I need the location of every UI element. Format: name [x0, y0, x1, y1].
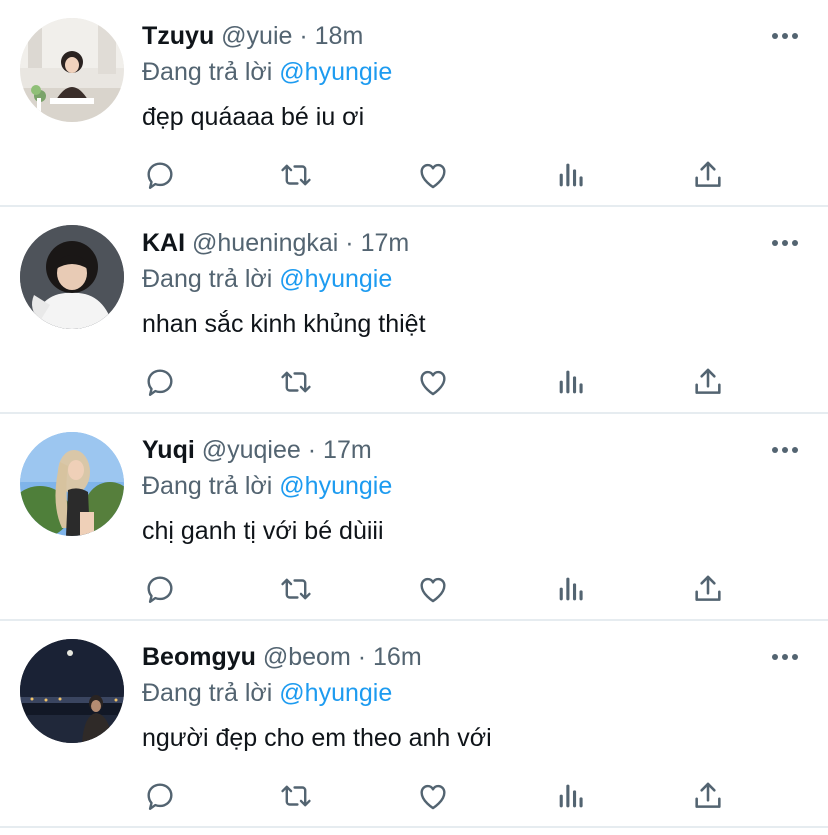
retweet-icon — [281, 371, 311, 393]
like-button[interactable] — [413, 155, 453, 195]
share-button[interactable] — [688, 155, 728, 195]
display-name[interactable]: Beomgyu — [142, 643, 256, 671]
display-name[interactable]: Yuqi — [142, 436, 195, 464]
separator: · — [307, 436, 317, 464]
timestamp[interactable]: 18m — [315, 22, 364, 50]
tweet-text: chị ganh tị với bé dùiii — [142, 517, 384, 545]
share-icon — [695, 161, 721, 187]
tweet-text: đẹp quáaaa bé iu ơi — [142, 103, 365, 131]
avatar[interactable] — [20, 225, 124, 329]
retweet-button[interactable] — [276, 569, 316, 609]
replying-to: Đang trả lời @hyungie — [142, 263, 392, 295]
username[interactable]: @hueningkai — [192, 229, 338, 257]
display-name[interactable]: KAI — [142, 229, 185, 257]
tweet-actions — [140, 569, 730, 609]
mention-link[interactable]: @hyungie — [279, 472, 392, 500]
tweet-text: người đẹp cho em theo anh với — [142, 724, 492, 752]
separator: · — [345, 229, 354, 257]
tweet-text: nhan sắc kinh khủng thiệt — [142, 310, 426, 338]
share-button[interactable] — [688, 776, 728, 816]
mention-link[interactable]: @hyungie — [279, 58, 392, 86]
reply-feed: Tzuyu @yuie · 18m Đang trả lời @hyungie … — [0, 0, 828, 828]
separator: · — [357, 643, 367, 671]
username[interactable]: @yuie — [221, 22, 292, 50]
mention-link[interactable]: @hyungie — [279, 679, 392, 707]
more-icon — [772, 240, 798, 246]
retweet-button[interactable] — [276, 776, 316, 816]
retweet-icon — [281, 578, 311, 600]
replying-to-label: Đang trả lời — [142, 679, 273, 707]
avatar[interactable] — [20, 18, 124, 122]
like-icon — [420, 577, 446, 603]
tweet-header: Beomgyu @beom · 16m — [142, 641, 422, 673]
retweet-icon — [281, 785, 311, 807]
replying-to: Đang trả lời @hyungie — [142, 56, 392, 88]
separator: · — [299, 22, 308, 50]
like-button[interactable] — [413, 569, 453, 609]
tweet-actions — [140, 155, 730, 195]
reply-icon — [147, 576, 173, 603]
avatar[interactable] — [20, 432, 124, 536]
tweet-header: KAI @hueningkai · 17m — [142, 227, 409, 259]
analytics-button[interactable] — [551, 776, 591, 816]
analytics-button[interactable] — [551, 155, 591, 195]
tweet[interactable]: KAI @hueningkai · 17m Đang trả lời @hyun… — [0, 207, 828, 414]
tweet[interactable]: Yuqi @yuqiee · 17m Đang trả lời @hyungie… — [0, 414, 828, 621]
replying-to-label: Đang trả lời — [142, 58, 273, 86]
tweet[interactable]: Tzuyu @yuie · 18m Đang trả lời @hyungie … — [0, 0, 828, 207]
reply-icon — [147, 369, 173, 396]
replying-to: Đang trả lời @hyungie — [142, 470, 392, 502]
mention-link[interactable]: @hyungie — [279, 265, 392, 293]
stats-icon — [559, 370, 583, 394]
more-options-button[interactable] — [770, 438, 800, 462]
like-button[interactable] — [413, 776, 453, 816]
stats-icon — [559, 784, 583, 808]
timestamp[interactable]: 16m — [373, 643, 422, 671]
share-button[interactable] — [688, 569, 728, 609]
more-options-button[interactable] — [770, 231, 800, 255]
timestamp[interactable]: 17m — [323, 436, 372, 464]
like-icon — [420, 163, 446, 189]
more-options-button[interactable] — [770, 24, 800, 48]
replying-to-label: Đang trả lời — [142, 472, 273, 500]
more-icon — [772, 33, 798, 39]
analytics-button[interactable] — [551, 569, 591, 609]
tweet-header: Tzuyu @yuie · 18m — [142, 20, 363, 52]
avatar[interactable] — [20, 639, 124, 743]
username[interactable]: @beom — [263, 643, 351, 671]
display-name[interactable]: Tzuyu — [142, 22, 214, 50]
more-icon — [772, 447, 798, 453]
reply-button[interactable] — [140, 362, 180, 402]
reply-icon — [147, 162, 173, 189]
analytics-button[interactable] — [551, 362, 591, 402]
stats-icon — [559, 163, 583, 187]
tweet-header: Yuqi @yuqiee · 17m — [142, 434, 372, 466]
retweet-button[interactable] — [276, 155, 316, 195]
reply-icon — [147, 783, 173, 810]
share-button[interactable] — [688, 362, 728, 402]
replying-to-label: Đang trả lời — [142, 265, 273, 293]
more-options-button[interactable] — [770, 645, 800, 669]
reply-button[interactable] — [140, 569, 180, 609]
share-icon — [695, 782, 721, 808]
retweet-icon — [281, 164, 311, 186]
tweet-actions — [140, 362, 730, 402]
stats-icon — [559, 577, 583, 601]
retweet-button[interactable] — [276, 362, 316, 402]
timestamp[interactable]: 17m — [361, 229, 410, 257]
tweet[interactable]: Beomgyu @beom · 16m Đang trả lời @hyungi… — [0, 621, 828, 828]
replying-to: Đang trả lời @hyungie — [142, 677, 392, 709]
like-icon — [420, 784, 446, 810]
like-icon — [420, 370, 446, 396]
share-icon — [695, 368, 721, 394]
like-button[interactable] — [413, 362, 453, 402]
more-icon — [772, 654, 798, 660]
username[interactable]: @yuqiee — [202, 436, 301, 464]
reply-button[interactable] — [140, 155, 180, 195]
tweet-actions — [140, 776, 730, 816]
reply-button[interactable] — [140, 776, 180, 816]
share-icon — [695, 575, 721, 601]
